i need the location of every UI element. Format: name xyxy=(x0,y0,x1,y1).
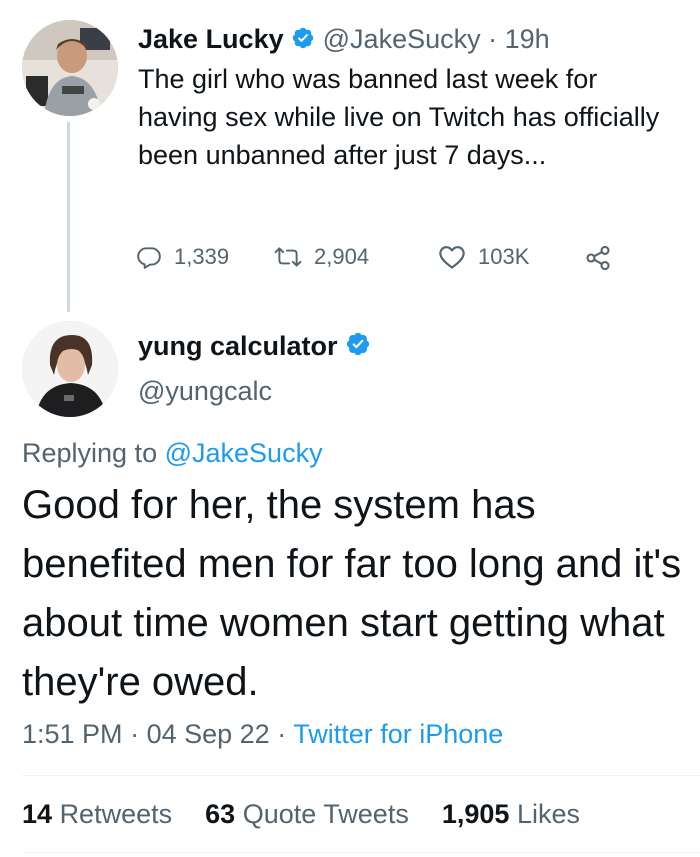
reply-tweet-meta: 1:51 PM · 04 Sep 22 · Twitter for iPhone xyxy=(22,716,503,752)
verified-badge-icon xyxy=(345,331,371,365)
likes-label: Likes xyxy=(516,799,580,829)
reply-tweet-date[interactable]: 04 Sep 22 xyxy=(147,719,270,749)
stats-divider-bottom xyxy=(22,852,700,853)
header-separator-dot: · xyxy=(488,24,498,54)
reply-tweet-text: Good for her, the system has benefited m… xyxy=(22,483,682,704)
parent-author-name[interactable]: Jake Lucky xyxy=(138,24,284,54)
stats-divider-top xyxy=(22,775,700,776)
tweet-source-link[interactable]: Twitter for iPhone xyxy=(293,719,503,749)
parent-tweet-text: The girl who was banned last week for ha… xyxy=(138,64,660,170)
thread-connector-line xyxy=(67,122,70,312)
reply-button[interactable]: 1,339 xyxy=(136,244,229,270)
like-button[interactable]: 103K xyxy=(438,244,529,270)
replying-to-prefix: Replying to xyxy=(22,438,158,468)
reply-tweet-time[interactable]: 1:51 PM xyxy=(22,719,123,749)
likes-stat[interactable]: 1,905 Likes xyxy=(442,799,580,829)
retweets-count: 14 xyxy=(22,799,53,829)
quote-tweets-count: 63 xyxy=(205,799,236,829)
retweet-count: 2,904 xyxy=(314,244,370,269)
retweet-icon xyxy=(274,247,302,267)
quote-tweets-stat[interactable]: 63 Quote Tweets xyxy=(205,799,416,829)
retweets-stat[interactable]: 14 Retweets xyxy=(22,799,180,829)
reply-bubble-icon xyxy=(137,247,161,269)
share-button[interactable] xyxy=(584,244,624,272)
parent-author-handle[interactable]: @JakeSucky xyxy=(323,24,481,54)
meta-separator-dot: · xyxy=(130,719,140,749)
parent-tweet-actions: 1,339 2,904 103K xyxy=(136,244,636,278)
parent-tweet-header: Jake Lucky @JakeSucky · 19h xyxy=(138,22,550,58)
heart-icon xyxy=(439,246,465,269)
like-count: 103K xyxy=(478,244,530,269)
reply-author-name-row: yung calculator xyxy=(138,329,371,365)
replying-to-line: Replying to @JakeSucky xyxy=(22,435,323,471)
retweets-label: Retweets xyxy=(59,799,173,829)
reply-avatar-image xyxy=(22,321,118,417)
retweet-button[interactable]: 2,904 xyxy=(274,244,369,270)
verified-badge-icon xyxy=(291,24,315,58)
reply-count: 1,339 xyxy=(174,244,230,269)
quote-tweets-label: Quote Tweets xyxy=(242,799,409,829)
reply-author-handle[interactable]: @yungcalc xyxy=(138,374,272,408)
likes-count: 1,905 xyxy=(441,799,510,829)
parent-avatar-image xyxy=(22,20,118,116)
reply-author-avatar[interactable] xyxy=(22,321,118,417)
parent-author-avatar[interactable] xyxy=(22,20,118,116)
reply-author-name[interactable]: yung calculator xyxy=(138,331,338,361)
share-icon xyxy=(586,245,610,271)
meta-separator-dot: · xyxy=(277,719,287,749)
replying-to-link[interactable]: @JakeSucky xyxy=(165,438,323,468)
parent-tweet-time[interactable]: 19h xyxy=(505,24,550,54)
reply-tweet-stats: 14 Retweets 63 Quote Tweets 1,905 Likes xyxy=(22,796,580,832)
